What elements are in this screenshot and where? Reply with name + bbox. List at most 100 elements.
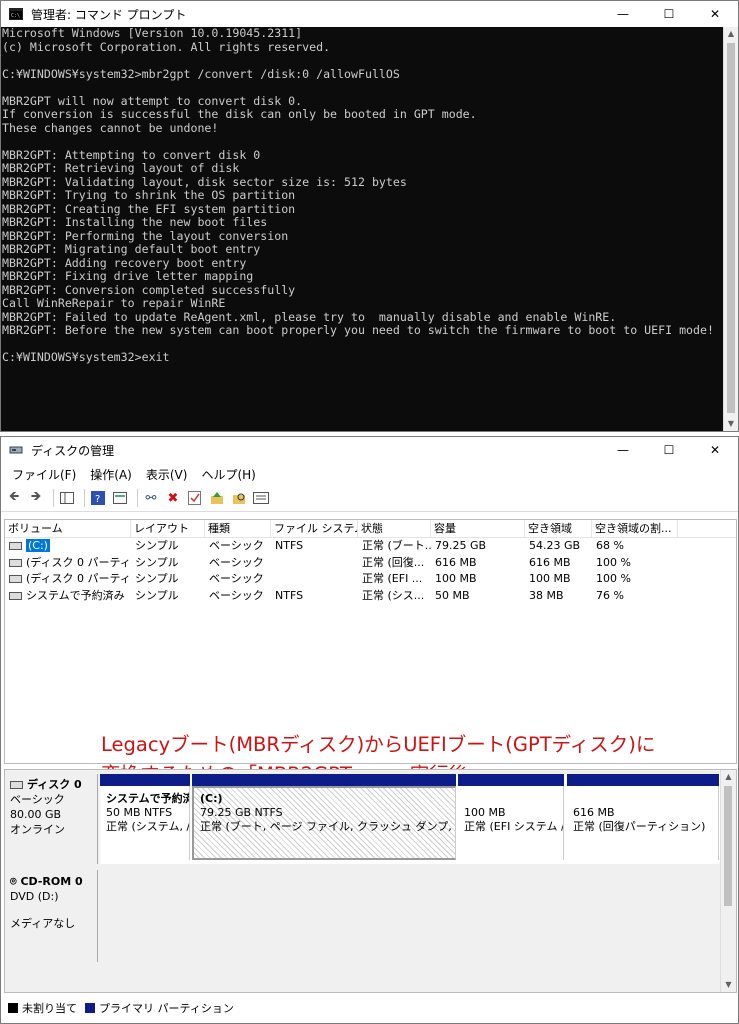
col-volume[interactable]: ボリューム (5, 520, 131, 537)
forward-arrow-icon[interactable]: 🡺 (27, 489, 45, 507)
check-icon[interactable] (186, 489, 204, 507)
col-free-space[interactable]: 空き領域 (525, 520, 592, 537)
console-line: MBR2GPT: Installing the new boot files (2, 215, 268, 229)
cell-status: 正常 (ブート... (362, 539, 431, 552)
volume-name: (C:) (26, 539, 50, 552)
disk0-type: ベーシック (10, 793, 65, 806)
console-line: These changes cannot be undone! (2, 120, 219, 135)
legend-primary-swatch (85, 1003, 95, 1013)
menu-action[interactable]: 操作(A) (90, 466, 132, 483)
console-scrollbar[interactable]: ▲ ▼ (723, 27, 738, 431)
partition-system-reserved[interactable]: システムで予約済 50 MB NTFS 正常 (システム, / (100, 774, 190, 860)
dm-titlebar[interactable]: ディスクの管理 — ☐ ✕ (1, 437, 738, 463)
cell-free-percent: 100 % (596, 572, 631, 585)
volume-icon (9, 558, 22, 567)
scroll-down-icon[interactable]: ▼ (724, 417, 738, 431)
cell-layout: シンプル (135, 539, 179, 552)
partition-bar (458, 774, 564, 786)
partition-status: 正常 (システム, / (106, 820, 190, 833)
col-type[interactable]: 種類 (205, 520, 271, 537)
console-line: MBR2GPT: Fixing drive letter mapping (2, 269, 254, 283)
partition-recovery[interactable]: 616 MB 正常 (回復パーティション) (567, 774, 719, 860)
legend-unallocated: 未割り当て (22, 1002, 77, 1015)
console-line: MBR2GPT: Validating layout, disk sector … (2, 174, 407, 189)
scroll-up-icon[interactable]: ▲ (721, 770, 736, 784)
minimize-button[interactable]: — (600, 1, 646, 27)
scroll-up-icon[interactable]: ▲ (724, 27, 738, 41)
disk-graphical-view[interactable]: ディスク 0 ベーシック 80.00 GB オンライン システムで予約済 50 … (4, 769, 737, 993)
graph-scrollbar[interactable]: ▲ ▼ (720, 770, 736, 992)
cdrom-label[interactable]: ⌾ CD-ROM 0 DVD (D:) メディアなし (5, 870, 98, 962)
properties-icon[interactable] (111, 489, 129, 507)
close-button[interactable]: ✕ (692, 437, 738, 463)
scroll-thumb[interactable] (724, 786, 732, 906)
partition-size: 50 MB NTFS (106, 806, 173, 819)
partition-size: 616 MB (573, 806, 615, 819)
up-folder-icon[interactable] (208, 489, 226, 507)
minimize-button[interactable]: — (600, 437, 646, 463)
col-status[interactable]: 状態 (358, 520, 431, 537)
disk-icon (10, 781, 23, 789)
console-line: MBR2GPT: Creating the EFI system partiti… (2, 201, 296, 216)
list-view-icon[interactable] (252, 489, 270, 507)
console-line: MBR2GPT: Performing the layout conversio… (2, 228, 289, 243)
cell-type: ベーシック (209, 555, 264, 569)
col-capacity[interactable]: 容量 (431, 520, 525, 537)
console-line: MBR2GPT: Trying to shrink the OS partiti… (2, 188, 296, 202)
col-layout[interactable]: レイアウト (131, 520, 205, 537)
partition-size: 100 MB (464, 806, 506, 819)
partition-status: 正常 (EFI システム / (464, 820, 564, 833)
connect-icon[interactable]: ⚯ (142, 489, 160, 507)
volume-row[interactable]: (C:) シンプル ベーシック NTFS 正常 (ブート... 79.25 GB 54.23… (5, 538, 736, 555)
volume-row[interactable]: (ディスク 0 パーティシ... シンプル ベーシック 正常 (回復... 616 MB… (5, 555, 736, 572)
scroll-thumb[interactable] (727, 43, 735, 413)
cell-volume: (C:) (5, 538, 131, 555)
console-tree-icon[interactable] (58, 489, 76, 507)
cell-status: 正常 (シス... (362, 588, 425, 602)
svg-text:C:\: C:\ (11, 13, 20, 19)
partition-c-drive[interactable]: (C:) 79.25 GB NTFS 正常 (ブート, ページ ファイル, クラ… (192, 774, 456, 860)
volume-row[interactable]: システムで予約済み シンプル ベーシック NTFS 正常 (シス... 50 MB 38 M… (5, 588, 736, 605)
scroll-down-icon[interactable]: ▼ (721, 978, 736, 992)
menu-bar: ファイル(F) 操作(A) 表示(V) ヘルプ(H) (1, 463, 738, 485)
maximize-button[interactable]: ☐ (646, 1, 692, 27)
disk0-partitions: システムで予約済 50 MB NTFS 正常 (システム, / (C:) 79.… (100, 774, 720, 864)
cmd-app-icon: C:\ (9, 8, 23, 20)
col-filesystem[interactable]: ファイル システム (271, 520, 358, 537)
console-output[interactable]: Microsoft Windows [Version 10.0.19045.23… (1, 27, 724, 431)
console-line: MBR2GPT: Migrating default boot entry (2, 242, 261, 256)
volume-icon (9, 542, 22, 550)
volume-row[interactable]: (ディスク 0 パーティシ... シンプル ベーシック 正常 (EFI ... 100 … (5, 571, 736, 588)
volume-list-header: ボリューム レイアウト 種類 ファイル システム 状態 容量 空き領域 空き領域… (5, 520, 736, 538)
console-line: MBR2GPT: Adding recovery boot entry (2, 255, 247, 270)
cell-status: 正常 (EFI ... (362, 572, 423, 585)
menu-file[interactable]: ファイル(F) (12, 466, 76, 483)
help-icon[interactable]: ? (89, 489, 107, 507)
cell-free-percent: 68 % (596, 539, 624, 552)
cell-volume: システムで予約済み (5, 588, 131, 605)
volume-list[interactable]: ボリューム レイアウト 種類 ファイル システム 状態 容量 空き領域 空き領域… (4, 519, 737, 786)
volume-icon (9, 575, 22, 583)
menu-view[interactable]: 表示(V) (146, 466, 188, 483)
disk0-status: オンライン (10, 823, 65, 836)
cell-free-percent: 100 % (596, 555, 631, 569)
cell-type: ベーシック (209, 588, 264, 602)
delete-icon[interactable]: ✖ (164, 489, 182, 507)
back-arrow-icon[interactable]: 🡸 (5, 489, 23, 507)
partition-efi[interactable]: 100 MB 正常 (EFI システム / (458, 774, 564, 860)
col-free-percent[interactable]: 空き領域の割... (592, 520, 678, 537)
maximize-button[interactable]: ☐ (646, 437, 692, 463)
cell-capacity: 79.25 GB (435, 539, 487, 552)
menu-help[interactable]: ヘルプ(H) (201, 466, 255, 483)
cdrom-name: CD-ROM 0 (20, 875, 83, 888)
cdrom-status: メディアなし (10, 917, 76, 930)
disk0-label[interactable]: ディスク 0 ベーシック 80.00 GB オンライン (5, 774, 98, 864)
cell-type: ベーシック (209, 539, 264, 552)
search-folder-icon[interactable] (230, 489, 248, 507)
close-button[interactable]: ✕ (692, 1, 738, 27)
partition-name: システムで予約済 (106, 792, 190, 805)
volume-name: (ディスク 0 パーティシ... (26, 555, 131, 569)
toolbar-divider (53, 489, 54, 507)
cmd-titlebar[interactable]: C:\ 管理者: コマンド プロンプト — ☐ ✕ (1, 1, 738, 27)
partition-status: 正常 (回復パーティション) (573, 820, 706, 833)
